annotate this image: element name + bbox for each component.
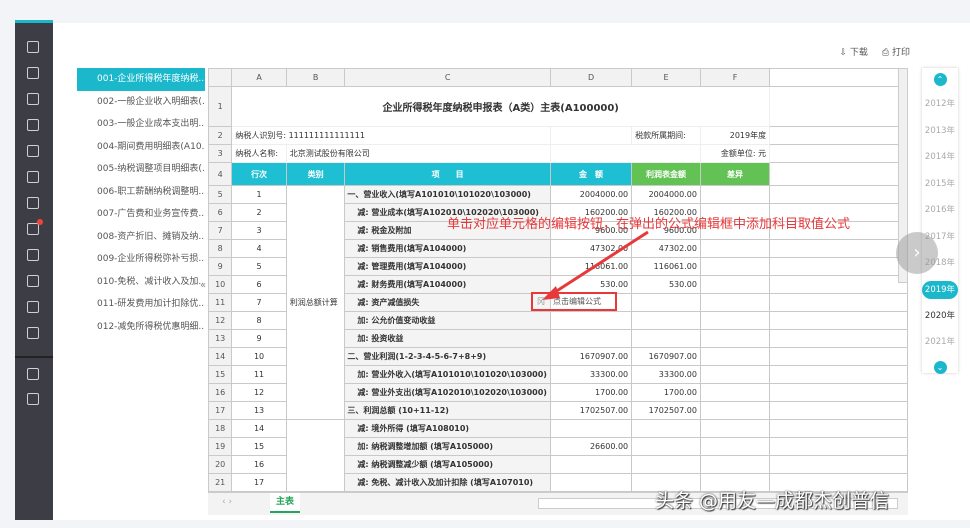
annotation-arrow bbox=[542, 230, 649, 300]
annotation-text: 单击对应单元格的编辑按钮，在弹出的公式编辑框中添加科目取值公式 bbox=[447, 217, 851, 232]
edit-formula-label: 点击编辑公式 bbox=[553, 297, 601, 306]
watermark: 头条 @用友—成都杰创普信 bbox=[655, 490, 890, 512]
edit-icon[interactable]: 冈 bbox=[537, 294, 545, 309]
edit-formula-cell[interactable]: 冈点击编辑公式 bbox=[531, 292, 617, 311]
